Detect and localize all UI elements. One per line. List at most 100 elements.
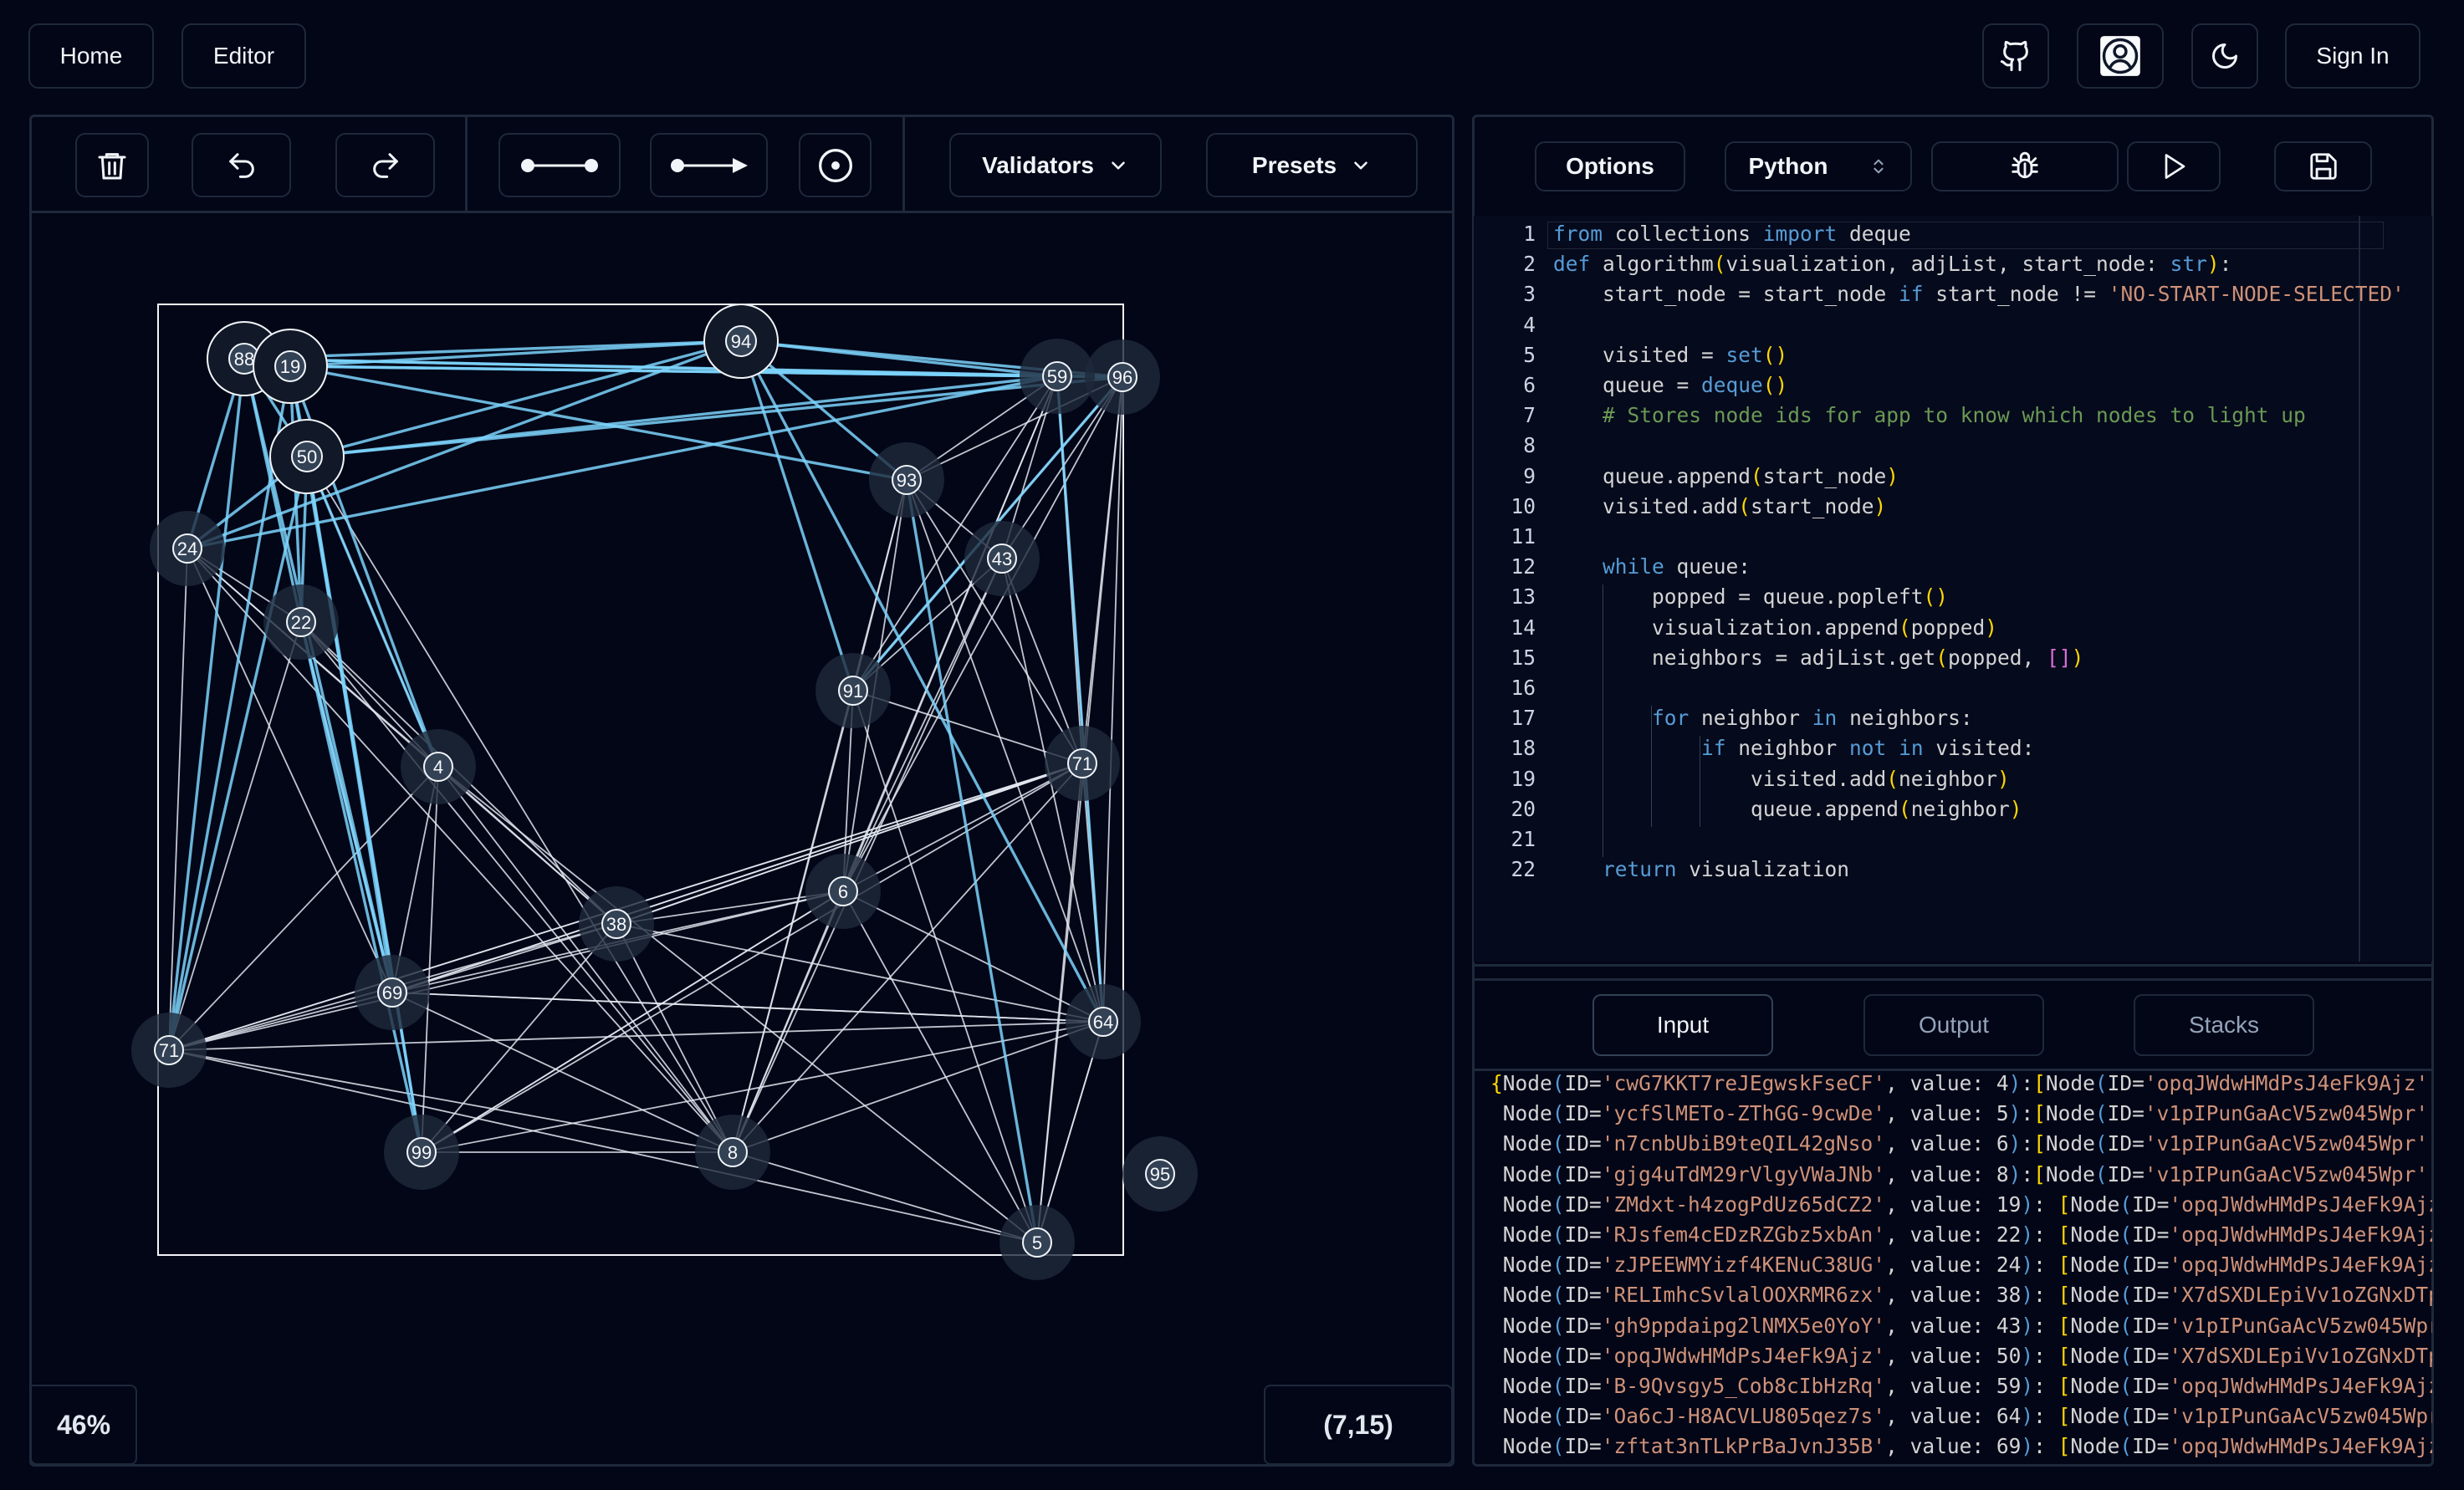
graph-edge[interactable]	[732, 558, 1003, 1153]
home-button[interactable]: Home	[28, 23, 154, 89]
redo-button[interactable]	[335, 133, 435, 197]
delete-button[interactable]	[75, 133, 149, 197]
github-button[interactable]	[1982, 23, 2049, 89]
graph-node[interactable]: 38	[579, 886, 654, 962]
line-number: 1	[1523, 222, 1536, 246]
save-icon	[2309, 153, 2337, 180]
graph-edge[interactable]	[305, 456, 423, 1153]
graph-node[interactable]: 94	[703, 304, 779, 379]
input-line: Node(ID='B-9Qvsgy5_Cob8cIbHzRq', value: …	[1490, 1374, 2432, 1398]
editor-button[interactable]: Editor	[181, 23, 306, 89]
graph-edge[interactable]	[739, 340, 1105, 1023]
graph-edge[interactable]	[168, 890, 844, 1051]
graph-node[interactable]: 6	[805, 854, 881, 929]
presets-label: Presets	[1251, 151, 1337, 178]
graph-node[interactable]: 4	[401, 729, 476, 804]
graph-node[interactable]: 22	[263, 584, 339, 660]
graph-edge[interactable]	[1056, 375, 1105, 1023]
chevron-down-icon	[1354, 161, 1367, 170]
graph-node[interactable]: 93	[869, 442, 944, 518]
zoom-level: 46%	[30, 1385, 137, 1465]
code-scrollbar[interactable]	[2359, 216, 2360, 962]
options-button[interactable]: Options	[1535, 141, 1685, 191]
graph-node-label: 5	[1032, 1232, 1042, 1253]
select-node-button[interactable]	[799, 133, 872, 197]
graph-node[interactable]: 99	[384, 1115, 459, 1190]
tab-stacks[interactable]: Stacks	[2134, 994, 2314, 1056]
line-number: 17	[1511, 706, 1536, 731]
graph-node[interactable]: 69	[355, 955, 430, 1030]
graph-node[interactable]: 95	[1122, 1136, 1198, 1212]
undo-icon	[228, 152, 254, 178]
code-line: queue.append(neighbor)	[1553, 796, 2022, 821]
input-text-area[interactable]: {Node(ID='cwG7KKT7reJEgwskFseCF', value:…	[1474, 1071, 2432, 1464]
graph-edge[interactable]	[421, 766, 439, 1153]
graph-edge[interactable]	[167, 358, 246, 1051]
input-line: Node(ID='zJPEEWMYizf4KENuC38UG', value: …	[1490, 1253, 2432, 1278]
nodes-layer: 88 19 94 59 96 50 93 24 43 22 91 4 71 6 38 69 64 71 99 8 95 5	[131, 304, 1198, 1280]
line-number: 16	[1511, 676, 1536, 700]
graph-edge[interactable]	[168, 621, 302, 1051]
graph-edge[interactable]	[616, 923, 734, 1153]
tab-input[interactable]: Input	[1592, 994, 1773, 1056]
debug-button[interactable]	[1931, 141, 2119, 191]
undirected-edge-button[interactable]	[498, 133, 621, 197]
line-number: 15	[1511, 645, 1536, 670]
graph-node[interactable]: 50	[269, 419, 345, 494]
graph-edge[interactable]	[739, 340, 855, 691]
graph-node[interactable]: 19	[253, 329, 328, 404]
graph-node[interactable]: 5	[999, 1205, 1075, 1280]
graph-edge[interactable]	[616, 923, 1104, 1023]
bug-icon	[2012, 151, 2038, 179]
graph-node[interactable]: 43	[964, 521, 1040, 596]
graph-node-label: 22	[291, 612, 311, 633]
graph-node[interactable]: 91	[815, 653, 891, 728]
graph-node[interactable]: 71	[131, 1013, 207, 1088]
line-number: 3	[1523, 282, 1536, 307]
graph-edge[interactable]	[168, 1049, 1038, 1243]
toolbar-divider	[30, 211, 1454, 213]
line-number: 19	[1511, 766, 1536, 791]
validators-dropdown[interactable]: Validators	[949, 133, 1162, 197]
graph-edge[interactable]	[852, 690, 1038, 1243]
directed-edge-button[interactable]	[650, 133, 768, 197]
graph-edge[interactable]	[421, 763, 1083, 1153]
graph-edge[interactable]	[306, 456, 734, 1153]
toolbar-separator	[465, 117, 468, 211]
theme-toggle-button[interactable]	[2191, 23, 2258, 89]
graph-edge[interactable]	[732, 1151, 1038, 1243]
graph-node-label: 69	[382, 982, 402, 1003]
graph-node-label: 8	[728, 1142, 738, 1163]
line-number: 14	[1511, 615, 1536, 640]
input-line: Node(ID='Oa6cJ-H8ACVLU805qez7s', value: …	[1490, 1404, 2432, 1429]
presets-dropdown[interactable]: Presets	[1206, 133, 1418, 197]
graph-node[interactable]: 59	[1020, 339, 1095, 414]
undo-button[interactable]	[192, 133, 291, 197]
code-line: queue.append(start_node)	[1553, 463, 1899, 488]
graph-node[interactable]: 64	[1066, 984, 1141, 1059]
graph-edge[interactable]	[306, 339, 742, 458]
graph-node[interactable]: 71	[1045, 726, 1120, 801]
tab-output[interactable]: Output	[1863, 994, 2044, 1056]
code-line: from collections import deque	[1553, 222, 1911, 246]
run-button[interactable]	[2127, 141, 2221, 191]
code-line: visualization.append(popped)	[1553, 615, 1998, 640]
language-select[interactable]: Python	[1725, 141, 1912, 191]
graph-node[interactable]: 24	[150, 511, 225, 586]
line-number: 7	[1523, 403, 1536, 428]
graph-node[interactable]: 96	[1085, 339, 1160, 415]
profile-button[interactable]	[2077, 23, 2164, 89]
graph-node[interactable]: 8	[695, 1115, 770, 1190]
line-number: 21	[1511, 827, 1536, 851]
line-number: 12	[1511, 554, 1536, 579]
code-line: if neighbor not in visited:	[1701, 736, 2035, 761]
graph-node-label: 59	[1047, 366, 1067, 387]
graph-canvas[interactable]: 88 19 94 59 96 50 93 24 43 22 91 4 71 6 38 69 64 71 99 8 95 5	[32, 214, 1454, 1467]
code-line: neighbors = adjList.get(popped, [])	[1553, 645, 2084, 670]
trash-icon	[98, 152, 126, 179]
redo-icon	[372, 152, 398, 178]
save-button[interactable]	[2274, 141, 2372, 191]
line-number: 2	[1523, 252, 1536, 277]
input-line: Node(ID='RELImhcSvlalOOXRMR6zx', value: …	[1490, 1283, 2432, 1308]
sign-in-button[interactable]: Sign In	[2285, 23, 2421, 89]
